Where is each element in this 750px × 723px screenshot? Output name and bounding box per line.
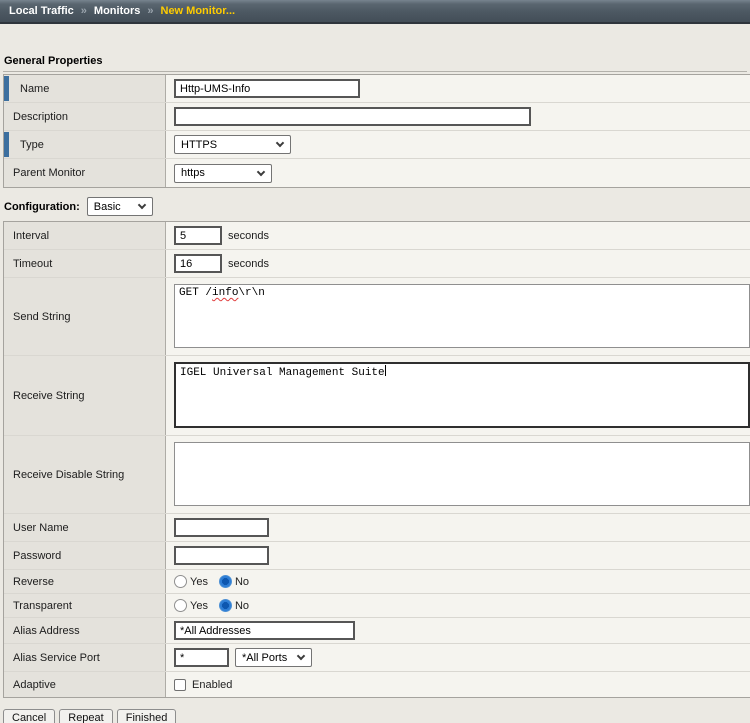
- breadcrumb: Local Traffic » Monitors » New Monitor..…: [0, 0, 750, 24]
- receive-string-label: Receive String: [4, 356, 166, 435]
- reverse-no-radio[interactable]: [219, 575, 232, 588]
- description-label: Description: [4, 103, 166, 130]
- row-adaptive: Adaptive Enabled: [4, 672, 750, 697]
- row-send-string: Send String GET /info\r\n: [4, 278, 750, 356]
- description-input[interactable]: [174, 107, 531, 126]
- row-receive-disable-string: Receive Disable String: [4, 436, 750, 514]
- send-string-misspelled: info: [212, 287, 238, 299]
- receive-disable-string-textarea[interactable]: [174, 442, 750, 506]
- alias-service-port-label: Alias Service Port: [4, 644, 166, 671]
- breadcrumb-monitors[interactable]: Monitors: [94, 5, 140, 17]
- type-select[interactable]: HTTPS: [174, 135, 291, 154]
- breadcrumb-new-monitor: New Monitor...: [161, 5, 236, 17]
- receive-string-text: IGEL Universal Management Suite: [180, 367, 385, 379]
- send-string-label: Send String: [4, 278, 166, 355]
- chevron-down-icon: [297, 652, 305, 660]
- row-user-name: User Name: [4, 514, 750, 542]
- chevron-down-icon: [138, 201, 146, 209]
- type-select-value: HTTPS: [181, 139, 217, 151]
- configuration-line: Configuration: Basic: [4, 197, 747, 216]
- parent-monitor-select[interactable]: https: [174, 164, 272, 183]
- configuration-mode-select[interactable]: Basic: [87, 197, 153, 216]
- row-name: Name: [4, 75, 750, 103]
- send-string-textarea[interactable]: GET /info\r\n: [174, 284, 750, 348]
- row-password: Password: [4, 542, 750, 570]
- chevron-down-icon: [276, 139, 284, 147]
- interval-label: Interval: [4, 222, 166, 249]
- alias-service-port-input[interactable]: [174, 648, 229, 667]
- parent-monitor-select-value: https: [181, 167, 205, 179]
- alias-service-port-select[interactable]: *All Ports: [235, 648, 312, 667]
- send-string-escape: \r\n: [238, 287, 264, 299]
- password-label: Password: [4, 542, 166, 569]
- user-name-input[interactable]: [174, 518, 269, 537]
- row-timeout: Timeout seconds: [4, 250, 750, 278]
- configuration-label: Configuration:: [4, 201, 80, 213]
- row-receive-string: Receive String IGEL Universal Management…: [4, 356, 750, 436]
- reverse-yes-label: Yes: [190, 576, 208, 588]
- transparent-label: Transparent: [4, 594, 166, 617]
- adaptive-enabled-checkbox[interactable]: [174, 679, 186, 691]
- repeat-button[interactable]: Repeat: [59, 709, 112, 723]
- finished-button[interactable]: Finished: [117, 709, 177, 723]
- adaptive-label: Adaptive: [4, 672, 166, 697]
- adaptive-enabled-label: Enabled: [192, 679, 232, 691]
- row-transparent: Transparent Yes No: [4, 594, 750, 618]
- timeout-label: Timeout: [4, 250, 166, 277]
- cancel-button[interactable]: Cancel: [3, 709, 55, 723]
- row-description: Description: [4, 103, 750, 131]
- name-input[interactable]: [174, 79, 360, 98]
- chevron-down-icon: [257, 167, 265, 175]
- configuration-mode-value: Basic: [94, 201, 121, 213]
- password-input[interactable]: [174, 546, 269, 565]
- parent-monitor-label: Parent Monitor: [4, 159, 166, 187]
- row-alias-address: Alias Address: [4, 618, 750, 644]
- interval-unit: seconds: [228, 230, 269, 242]
- transparent-yes-label: Yes: [190, 600, 208, 612]
- reverse-label: Reverse: [4, 570, 166, 593]
- transparent-no-label: No: [235, 600, 249, 612]
- row-type: Type HTTPS: [4, 131, 750, 159]
- interval-input[interactable]: [174, 226, 222, 245]
- row-reverse: Reverse Yes No: [4, 570, 750, 594]
- row-parent-monitor: Parent Monitor https: [4, 159, 750, 187]
- general-properties-table: Name Description Type HTTPS Parent Monit…: [3, 74, 750, 188]
- type-label: Type: [4, 131, 166, 158]
- text-caret: [385, 365, 386, 376]
- receive-disable-string-label: Receive Disable String: [4, 436, 166, 513]
- send-string-text: GET /: [179, 287, 212, 299]
- breadcrumb-local-traffic[interactable]: Local Traffic: [9, 5, 74, 17]
- alias-address-label: Alias Address: [4, 618, 166, 643]
- alias-address-input[interactable]: [174, 621, 355, 640]
- general-properties-heading: General Properties: [3, 55, 747, 72]
- timeout-input[interactable]: [174, 254, 222, 273]
- breadcrumb-separator-icon: »: [81, 5, 87, 17]
- action-buttons: Cancel Repeat Finished: [3, 709, 750, 723]
- row-alias-service-port: Alias Service Port *All Ports: [4, 644, 750, 672]
- transparent-yes-radio[interactable]: [174, 599, 187, 612]
- transparent-no-radio[interactable]: [219, 599, 232, 612]
- row-interval: Interval seconds: [4, 222, 750, 250]
- receive-string-textarea[interactable]: IGEL Universal Management Suite: [174, 362, 750, 428]
- name-label: Name: [4, 75, 166, 102]
- breadcrumb-separator-icon: »: [147, 5, 153, 17]
- alias-service-port-select-value: *All Ports: [242, 652, 287, 664]
- reverse-yes-radio[interactable]: [174, 575, 187, 588]
- reverse-no-label: No: [235, 576, 249, 588]
- configuration-table: Interval seconds Timeout seconds Send St…: [3, 221, 750, 698]
- user-name-label: User Name: [4, 514, 166, 541]
- timeout-unit: seconds: [228, 258, 269, 270]
